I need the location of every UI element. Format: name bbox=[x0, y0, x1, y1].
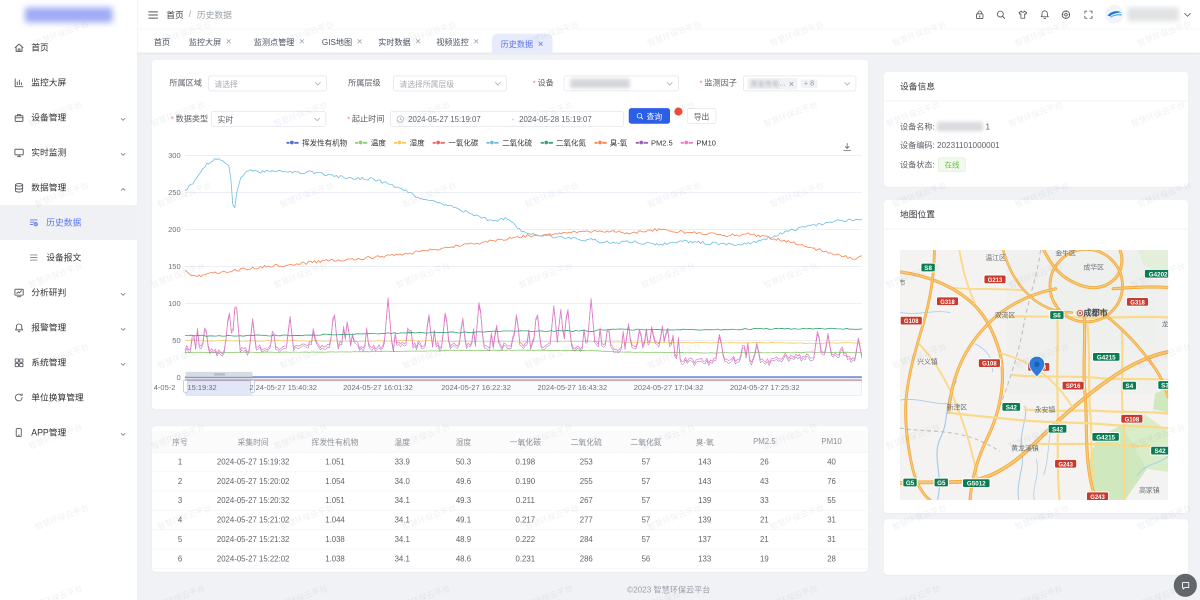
svg-text:S4: S4 bbox=[1126, 383, 1134, 390]
svg-text:新津区: 新津区 bbox=[947, 402, 968, 411]
svg-text:SP16: SP16 bbox=[1066, 384, 1081, 390]
svg-text:G5: G5 bbox=[906, 480, 915, 487]
svg-text:G108: G108 bbox=[1125, 417, 1140, 423]
svg-text:G318: G318 bbox=[1130, 300, 1145, 306]
svg-text:G5012: G5012 bbox=[967, 481, 986, 488]
svg-text:G243: G243 bbox=[1090, 495, 1105, 500]
svg-text:高家镇: 高家镇 bbox=[1139, 486, 1160, 495]
svg-text:150: 150 bbox=[168, 262, 181, 271]
svg-text:成都市: 成都市 bbox=[1083, 308, 1107, 318]
svg-text:100: 100 bbox=[168, 299, 181, 308]
svg-text:成华区: 成华区 bbox=[1083, 262, 1104, 271]
svg-text:300: 300 bbox=[168, 151, 181, 160]
svg-text:S42: S42 bbox=[1006, 404, 1018, 411]
svg-text:黄龙溪镇: 黄龙溪镇 bbox=[1011, 444, 1039, 453]
svg-text:0: 0 bbox=[176, 373, 180, 382]
svg-text:温江区: 温江区 bbox=[985, 253, 1006, 262]
svg-text:S42: S42 bbox=[1154, 448, 1166, 455]
svg-text:永安镇: 永安镇 bbox=[1035, 405, 1056, 414]
svg-text:S42: S42 bbox=[1052, 426, 1064, 433]
svg-text:双流区: 双流区 bbox=[995, 311, 1016, 320]
svg-text:S3: S3 bbox=[1161, 383, 1168, 390]
svg-text:200: 200 bbox=[168, 225, 181, 234]
svg-text:G318: G318 bbox=[940, 300, 955, 306]
svg-text:G108: G108 bbox=[904, 319, 919, 325]
svg-text:G4215: G4215 bbox=[1097, 354, 1116, 361]
svg-text:龙: 龙 bbox=[1162, 319, 1169, 328]
svg-text:250: 250 bbox=[168, 188, 181, 197]
svg-text:金牛区: 金牛区 bbox=[1055, 250, 1076, 258]
svg-text:G5: G5 bbox=[937, 480, 946, 487]
svg-text:G243: G243 bbox=[1058, 462, 1073, 468]
svg-text:市: 市 bbox=[900, 278, 905, 287]
svg-text:S8: S8 bbox=[924, 265, 932, 272]
svg-text:S6: S6 bbox=[1053, 313, 1061, 320]
svg-text:G4215: G4215 bbox=[1096, 434, 1115, 441]
svg-text:50: 50 bbox=[172, 336, 180, 345]
svg-text:G4202: G4202 bbox=[1149, 271, 1168, 278]
svg-text:G213: G213 bbox=[988, 278, 1003, 284]
svg-text:G108: G108 bbox=[982, 362, 997, 368]
svg-text:兴义镇: 兴义镇 bbox=[917, 357, 938, 366]
